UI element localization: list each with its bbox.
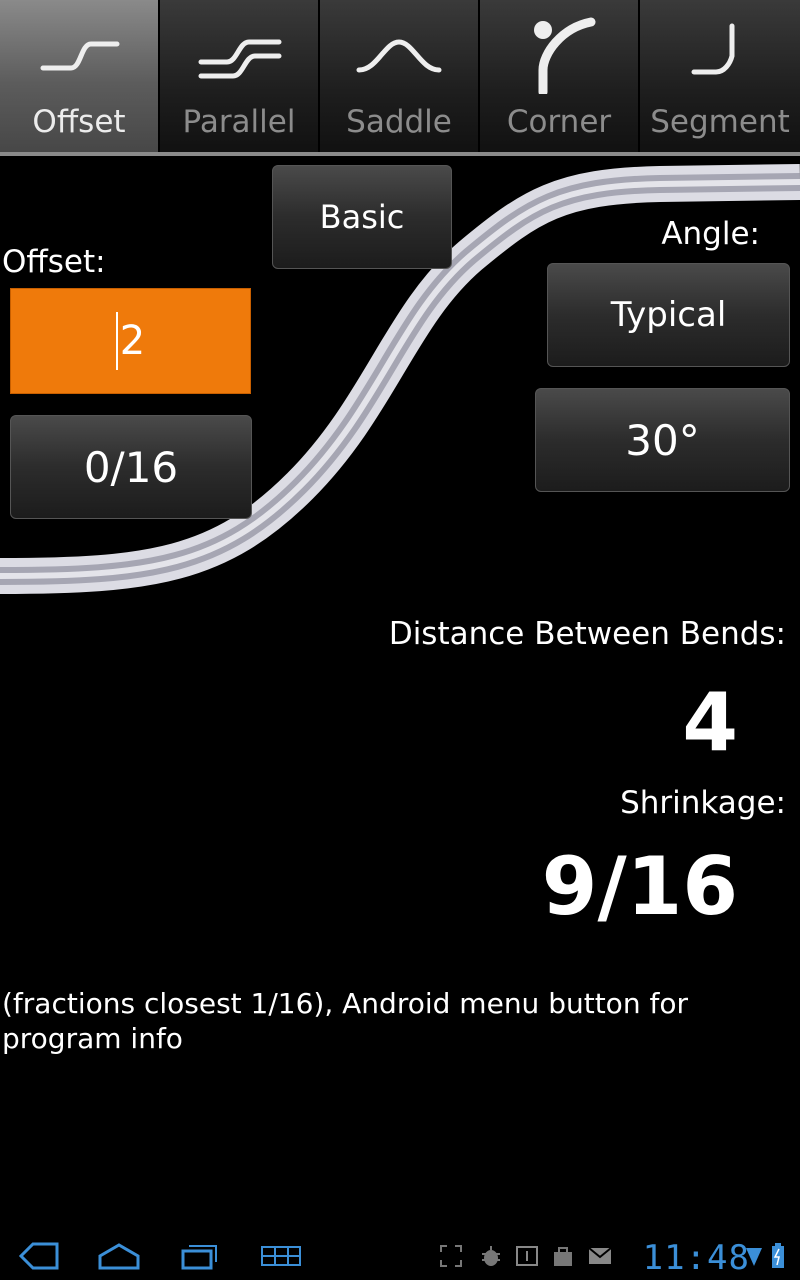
usb-debug-icon: [478, 1232, 504, 1280]
battery-icon: [768, 1232, 788, 1280]
program-info-note: (fractions closest 1/16), Android menu b…: [2, 987, 688, 1055]
notification-count-icon: [514, 1232, 540, 1280]
tab-corner[interactable]: Corner: [480, 0, 640, 152]
wifi-signal-icon: [744, 1232, 764, 1280]
basic-mode-button[interactable]: Basic: [272, 165, 452, 269]
distance-between-bends-label: Distance Between Bends:: [388, 616, 786, 652]
tab-label: Parallel: [182, 104, 296, 140]
system-bar: 11:48: [0, 1232, 800, 1280]
tab-label: Corner: [506, 104, 612, 140]
back-icon[interactable]: [14, 1232, 64, 1280]
offset-label: Offset:: [2, 244, 106, 280]
offset-input[interactable]: 2: [10, 288, 251, 394]
tab-label: Segment: [650, 104, 790, 140]
tab-parallel[interactable]: Parallel: [160, 0, 320, 152]
segment-bend-icon: [640, 14, 800, 94]
offset-bend-icon: [0, 14, 158, 94]
angle-value-button[interactable]: 30°: [535, 388, 790, 492]
shrinkage-value: 9/16: [541, 840, 738, 933]
angle-preset-button[interactable]: Typical: [547, 263, 790, 367]
distance-between-bends-value: 4: [682, 676, 738, 769]
angle-label: Angle:: [661, 216, 760, 252]
tab-label: Offset: [32, 104, 126, 140]
status-clock: 11:48: [642, 1238, 750, 1278]
recent-apps-icon[interactable]: [174, 1232, 224, 1280]
corner-bend-icon: [480, 14, 638, 94]
fullscreen-icon: [438, 1232, 464, 1280]
shrinkage-label: Shrinkage:: [620, 785, 786, 821]
tab-offset[interactable]: Offset: [0, 0, 160, 152]
text-caret: [115, 312, 118, 370]
tab-label: Saddle: [346, 104, 452, 140]
parallel-bend-icon: [160, 14, 318, 94]
home-icon[interactable]: [94, 1232, 144, 1280]
saddle-bend-icon: [320, 14, 478, 94]
tab-saddle[interactable]: Saddle: [320, 0, 480, 152]
tab-segment[interactable]: Segment: [640, 0, 800, 152]
email-icon: [586, 1232, 614, 1280]
offset-fraction-button[interactable]: 0/16: [10, 415, 252, 519]
offset-value: 2: [119, 318, 146, 364]
menu-icon[interactable]: [256, 1232, 306, 1280]
bend-type-tabbar: Offset Parallel Saddle Corner Segment: [0, 0, 800, 152]
market-icon: [550, 1232, 576, 1280]
